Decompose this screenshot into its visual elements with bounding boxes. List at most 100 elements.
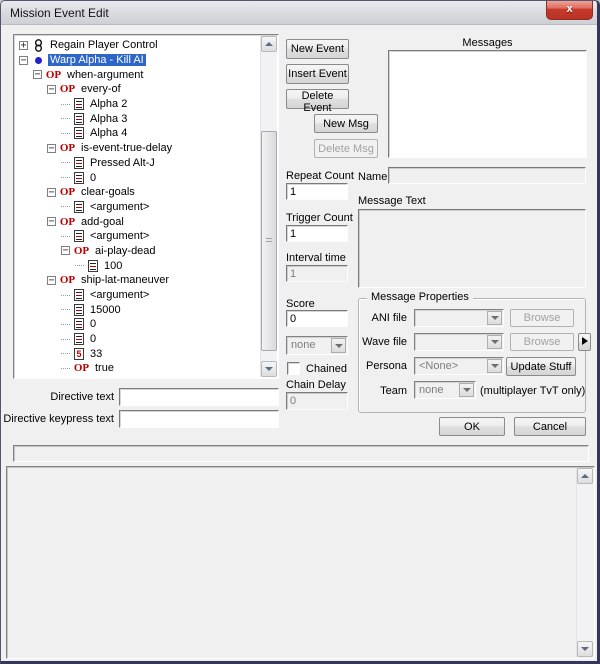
chevron-down-icon [462, 388, 471, 392]
chained-label: Chained [306, 363, 347, 375]
op-icon: OP [59, 274, 76, 287]
score-field[interactable] [286, 310, 348, 327]
collapse-icon[interactable]: − [47, 187, 56, 197]
tree-item-ai-play-dead[interactable]: − OP ai-play-dead [15, 244, 260, 259]
tree-item-label: 15000 [90, 303, 121, 316]
messages-label: Messages [462, 37, 513, 49]
tree-item-alpha-3[interactable]: Alpha 3 [15, 111, 260, 126]
wave-file-label: Wave file [362, 336, 407, 348]
tree-item-alpha-2[interactable]: Alpha 2 [15, 97, 260, 112]
tree-item-regain-player-control[interactable]: + Regain Player Control [15, 38, 260, 53]
collapse-icon[interactable]: − [47, 84, 56, 94]
messages-listbox[interactable] [388, 50, 587, 158]
title-bar[interactable]: Mission Event Edit x [1, 1, 597, 25]
chained-checkbox[interactable] [287, 362, 300, 375]
scrollbar-thumb[interactable] [261, 131, 277, 351]
new-event-button[interactable]: New Event [286, 39, 349, 59]
collapse-icon[interactable]: − [47, 217, 56, 227]
tree-item-label: Alpha 2 [90, 98, 128, 111]
close-button[interactable]: x [546, 1, 593, 20]
name-label: Name [358, 171, 388, 183]
delete-event-button[interactable]: Delete Event [286, 89, 349, 114]
persona-label: Persona [366, 360, 407, 372]
tree-item-is-event-true-delay[interactable]: − OP is-event-true-delay [15, 141, 260, 156]
play-icon [581, 337, 588, 345]
interval-time-label: Interval time [286, 252, 346, 264]
wave-file-dropdown [414, 333, 504, 351]
tree-item-label: Alpha 4 [90, 127, 128, 140]
chain-delay-label: Chain Delay [286, 379, 346, 391]
tree-item-clear-goals[interactable]: − OP clear-goals [15, 185, 260, 200]
op-icon: OP [59, 215, 76, 228]
dropdown-arrow [487, 359, 502, 373]
collapse-icon[interactable]: − [47, 143, 56, 153]
collapse-icon[interactable]: − [19, 55, 28, 65]
tree-item-argument[interactable]: <argument> [15, 229, 260, 244]
tree-item-when-argument[interactable]: − OP when-argument [15, 67, 260, 82]
tree-item-label: clear-goals [81, 186, 135, 199]
tree-item-33[interactable]: 5 33 [15, 346, 260, 361]
scroll-up-button[interactable] [577, 468, 593, 484]
data-icon [74, 156, 84, 169]
cancel-button[interactable]: Cancel [514, 417, 586, 436]
data-icon [88, 259, 98, 272]
collapse-icon[interactable]: − [61, 246, 70, 256]
chain-delay-field [286, 392, 348, 410]
tree-item-every-of[interactable]: − OP every-of [15, 82, 260, 97]
tree-item-0[interactable]: 0 [15, 317, 260, 332]
insert-event-button[interactable]: Insert Event [286, 64, 349, 84]
event-tree[interactable]: + Regain Player Control − Warp Alpha - Kill… [13, 34, 279, 379]
repeat-count-label: Repeat Count [286, 170, 354, 182]
help-panel-scrollbar[interactable] [576, 468, 593, 657]
directive-keypress-text-field[interactable] [119, 410, 279, 428]
tree-connector [61, 323, 70, 325]
chain-icon [32, 38, 44, 52]
formula-preview-bar [13, 445, 589, 462]
tree-connector [61, 353, 70, 355]
collapse-icon[interactable]: − [47, 275, 56, 285]
data-icon [74, 289, 84, 302]
tree-item-warp-alpha-kill-ai[interactable]: − Warp Alpha - Kill AI [15, 53, 260, 68]
tree-item-0[interactable]: 0 [15, 170, 260, 185]
data-icon [74, 112, 84, 125]
trigger-count-field[interactable] [286, 225, 348, 242]
ok-button[interactable]: OK [439, 417, 505, 436]
scroll-up-button[interactable] [261, 36, 277, 52]
close-icon: x [566, 3, 573, 15]
scroll-down-button[interactable] [577, 641, 593, 657]
data-icon [74, 171, 84, 184]
tree-item-label: 33 [90, 347, 103, 360]
op-icon: OP [45, 68, 62, 81]
repeat-count-field[interactable] [286, 183, 348, 200]
tree-item-0[interactable]: 0 [15, 332, 260, 347]
op-icon: OP [59, 142, 76, 155]
directive-text-field[interactable] [119, 388, 279, 406]
persona-value: <None> [419, 360, 459, 372]
dropdown-arrow [331, 338, 346, 353]
chevron-down-icon [334, 343, 343, 348]
tree-item-argument[interactable]: <argument> [15, 200, 260, 215]
trigger-count-label: Trigger Count [286, 212, 353, 224]
tree-item-100[interactable]: 100 [15, 258, 260, 273]
event-type-dropdown: none [286, 336, 348, 355]
tree-item-pressed-alt-j[interactable]: Pressed Alt-J [15, 156, 260, 171]
tree-scrollbar[interactable] [260, 36, 277, 377]
message-text-area [358, 209, 586, 288]
update-stuff-button[interactable]: Update Stuff [506, 357, 576, 376]
tree-item-15000[interactable]: 15000 [15, 302, 260, 317]
tree-item-alpha-4[interactable]: Alpha 4 [15, 126, 260, 141]
scroll-down-button[interactable] [261, 361, 277, 377]
op-icon: OP [59, 83, 76, 96]
expand-icon[interactable]: + [19, 40, 28, 50]
tree-item-add-goal[interactable]: − OP add-goal [15, 214, 260, 229]
team-dropdown: none [414, 381, 476, 399]
new-msg-button[interactable]: New Msg [314, 114, 378, 133]
tree-item-true[interactable]: OP true [15, 361, 260, 376]
tree-item-label: <argument> [90, 230, 150, 243]
tree-item-argument[interactable]: <argument> [15, 288, 260, 303]
dropdown-arrow [487, 335, 502, 349]
play-wave-button[interactable] [578, 333, 591, 351]
tree-item-ship-lat-maneuver[interactable]: − OP ship-lat-maneuver [15, 273, 260, 288]
collapse-icon[interactable]: − [33, 70, 42, 80]
data-icon [74, 303, 84, 316]
